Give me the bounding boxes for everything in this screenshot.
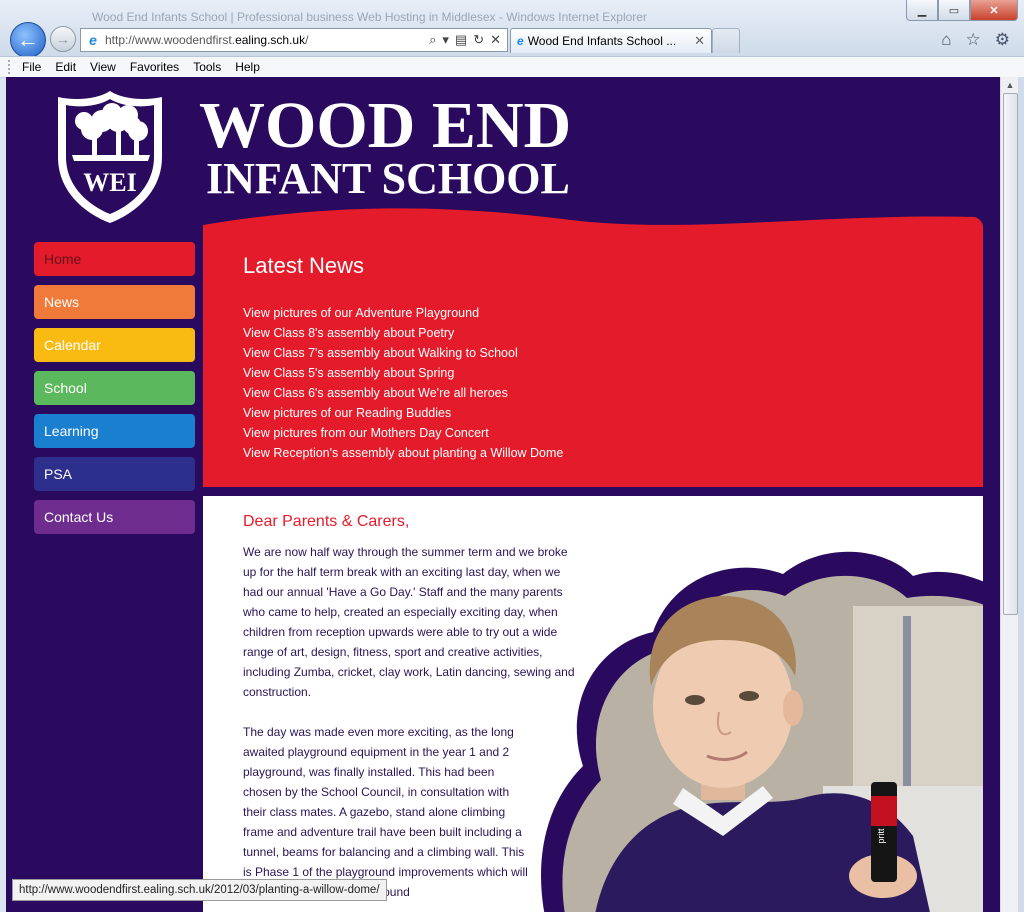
nav-calendar[interactable]: Calendar: [34, 328, 195, 362]
nav-school[interactable]: School: [34, 371, 195, 405]
menu-help[interactable]: Help: [235, 60, 260, 74]
menu-tools[interactable]: Tools: [193, 60, 221, 74]
ie-page-icon: e: [89, 32, 97, 48]
forward-icon[interactable]: →: [50, 26, 76, 52]
window-frame-edge: [1018, 77, 1024, 912]
school-crest-logo[interactable]: WEI: [52, 87, 168, 227]
tab-title: Wood End Infants School ...: [527, 34, 677, 48]
browser-tools: ⌂ ☆ ⚙: [941, 30, 1010, 50]
maximize-button[interactable]: ▭: [938, 0, 970, 21]
menu-favorites[interactable]: Favorites: [130, 60, 179, 74]
scroll-thumb[interactable]: [1003, 93, 1018, 615]
vertical-scrollbar[interactable]: ▲: [1000, 77, 1019, 912]
menu-bar: File Edit View Favorites Tools Help: [0, 56, 1024, 78]
window-title: Wood End Infants School | Professional b…: [92, 10, 647, 24]
glue-stick-label: pritt: [876, 828, 886, 844]
school-title-line2: INFANT SCHOOL: [206, 154, 570, 203]
news-link[interactable]: View Reception's assembly about planting…: [243, 443, 563, 463]
new-tab-button[interactable]: [712, 28, 740, 53]
tab-close-icon[interactable]: ✕: [694, 33, 705, 49]
menu-file[interactable]: File: [22, 60, 41, 74]
menu-view[interactable]: View: [90, 60, 116, 74]
welcome-content: pritt Dear Parents & Carers, We are now …: [203, 496, 983, 912]
main-nav: Home News Calendar School Learning PSA C…: [34, 242, 195, 543]
news-link[interactable]: View Class 6's assembly about We're all …: [243, 383, 563, 403]
favorites-star-icon[interactable]: ☆: [966, 30, 981, 50]
news-list: View pictures of our Adventure Playgroun…: [243, 303, 563, 463]
latest-news-panel: Latest News View pictures of our Adventu…: [203, 205, 983, 487]
gear-icon[interactable]: ⚙: [995, 30, 1010, 50]
news-heading: Latest News: [243, 253, 365, 278]
address-url[interactable]: http://www.woodendfirst.ealing.sch.uk/: [105, 33, 429, 47]
close-window-button[interactable]: ✕: [970, 0, 1018, 21]
menu-grip: [8, 60, 14, 74]
browser-tab[interactable]: e Wood End Infants School ... ✕: [510, 28, 712, 53]
nav-psa[interactable]: PSA: [34, 457, 195, 491]
news-link[interactable]: View Class 8's assembly about Poetry: [243, 323, 563, 343]
menu-edit[interactable]: Edit: [55, 60, 76, 74]
scroll-up-arrow-icon[interactable]: ▲: [1001, 77, 1019, 93]
news-link[interactable]: View pictures from our Mothers Day Conce…: [243, 423, 563, 443]
nav-news[interactable]: News: [34, 285, 195, 319]
nav-home[interactable]: Home: [34, 242, 195, 276]
stop-icon[interactable]: ✕: [490, 32, 501, 48]
refresh-icon[interactable]: ↻: [473, 32, 484, 48]
news-link[interactable]: View pictures of our Adventure Playgroun…: [243, 303, 563, 323]
news-link[interactable]: View Class 7's assembly about Walking to…: [243, 343, 563, 363]
home-icon[interactable]: ⌂: [941, 30, 951, 50]
paragraph-1: We are now half way through the summer t…: [243, 545, 575, 699]
nav-contact-us[interactable]: Contact Us: [34, 500, 195, 534]
back-icon[interactable]: ←: [10, 22, 46, 58]
minimize-button[interactable]: ▁: [906, 0, 938, 21]
boy-photo: pritt: [541, 551, 983, 912]
window-controls: ▁ ▭ ✕: [906, 0, 1018, 21]
page-viewport: WEI WOOD END INFANT SCHOOL Home News Cal…: [6, 77, 1000, 912]
paragraph-2: The day was made even more exciting, as …: [243, 725, 528, 899]
tab-ie-icon: e: [517, 34, 524, 48]
nav-learning[interactable]: Learning: [34, 414, 195, 448]
news-link[interactable]: View Class 5's assembly about Spring: [243, 363, 563, 383]
dropdown-arrow-icon[interactable]: ▾: [442, 32, 449, 48]
news-link[interactable]: View pictures of our Reading Buddies: [243, 403, 563, 423]
school-title-line1: WOOD END: [199, 89, 572, 162]
greeting-heading: Dear Parents & Carers,: [243, 513, 410, 530]
status-bar-url: http://www.woodendfirst.ealing.sch.uk/20…: [12, 879, 387, 901]
address-bar[interactable]: e http://www.woodendfirst.ealing.sch.uk/…: [80, 28, 508, 52]
search-icon[interactable]: ⌕: [429, 32, 436, 48]
compatibility-view-icon[interactable]: ▤: [455, 32, 467, 48]
crest-letters: WEI: [83, 168, 136, 197]
welcome-text: We are now half way through the summer t…: [243, 542, 583, 912]
